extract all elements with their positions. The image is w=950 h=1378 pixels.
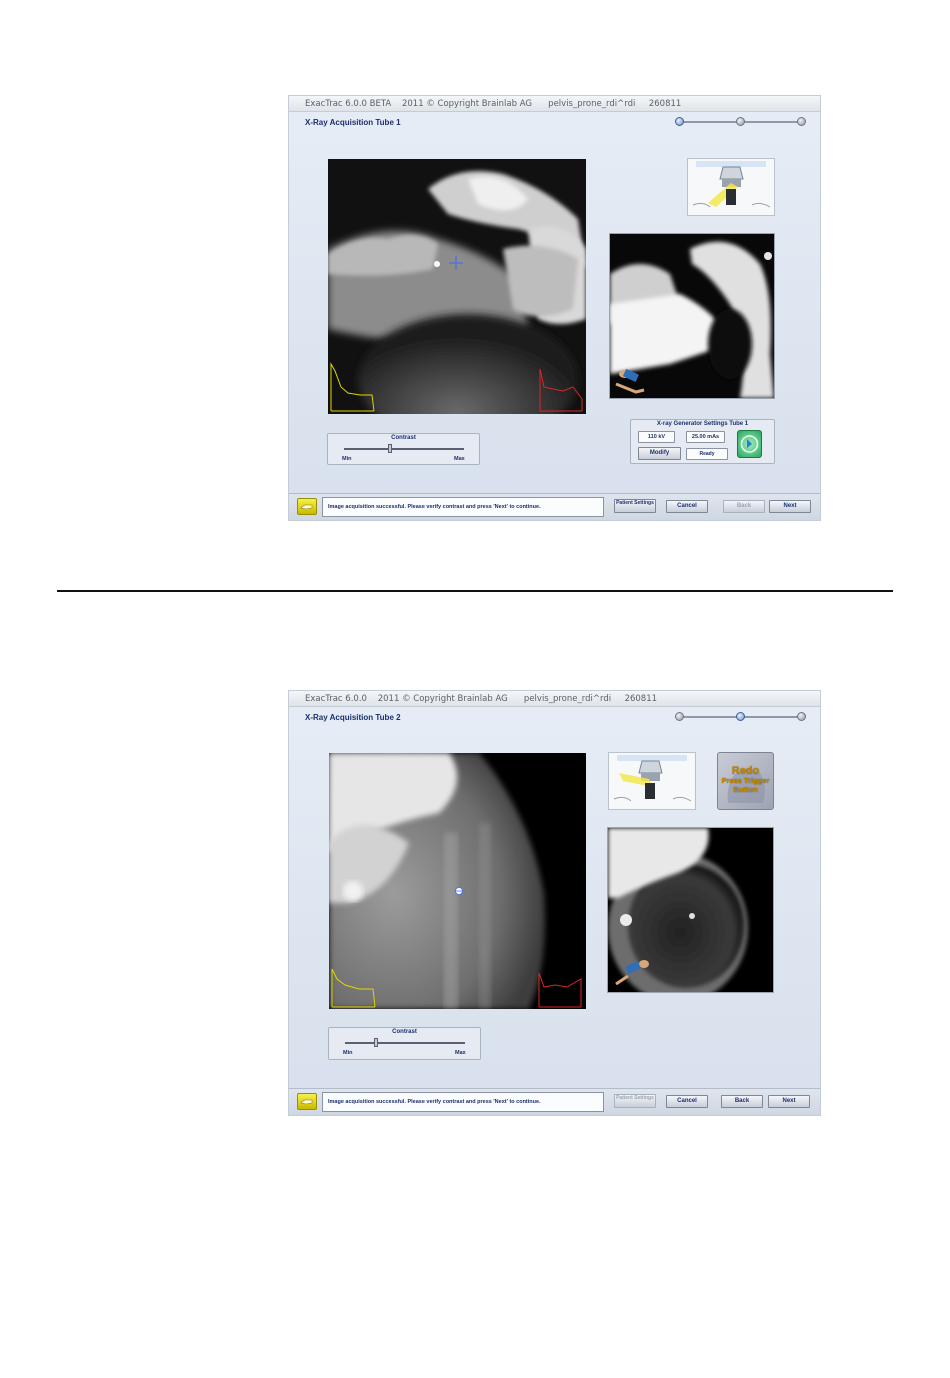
generator-ready-icon[interactable]	[737, 430, 762, 458]
cancel-button[interactable]: Cancel	[666, 1095, 708, 1108]
back-button[interactable]: Back	[723, 500, 765, 513]
contrast-min-label: Min	[342, 456, 352, 462]
contrast-group: Contrast Min Max	[328, 1027, 481, 1060]
contrast-label: Contrast	[392, 1029, 417, 1035]
redo-label: Redo Press Trigger Button	[721, 765, 770, 795]
xray-image-render	[329, 753, 586, 1009]
contrast-group: Contrast Min Max	[327, 433, 480, 465]
xray-image-main[interactable]	[329, 753, 586, 1009]
generator-settings-title: X-ray Generator Settings Tube 1	[656, 421, 749, 427]
xray-image-reference[interactable]	[609, 233, 775, 399]
xray-image-main[interactable]	[328, 159, 586, 414]
tube-position-thumbnail	[608, 752, 696, 810]
contrast-max-label: Max	[454, 456, 465, 462]
generator-settings-group: X-ray Generator Settings Tube 1 110 kV 2…	[630, 419, 775, 464]
hand-icon	[297, 498, 317, 515]
status-bar: Image acquisition successful. Please ver…	[289, 1088, 820, 1115]
progress-step-2	[736, 117, 745, 126]
contrast-slider-thumb[interactable]	[388, 444, 392, 453]
patient-settings-button[interactable]: Patient Settings	[614, 1094, 656, 1108]
progress-step-3	[797, 712, 806, 721]
patient-settings-button[interactable]: Patient Settings	[614, 499, 656, 513]
contrast-slider-thumb[interactable]	[374, 1038, 378, 1047]
tube-position-thumbnail	[687, 158, 775, 216]
back-button[interactable]: Back	[721, 1095, 763, 1108]
contrast-slider-track[interactable]	[344, 448, 464, 450]
contrast-label: Contrast	[391, 435, 416, 441]
contrast-min-label: Min	[343, 1050, 353, 1056]
cancel-button[interactable]: Cancel	[666, 500, 708, 513]
workflow-progress	[675, 117, 807, 127]
workflow-progress	[675, 712, 807, 722]
xray-tube-icon	[613, 755, 692, 802]
modify-button[interactable]: Modify	[638, 447, 681, 460]
page-title: X-Ray Acquisition Tube 2	[305, 713, 401, 722]
progress-step-1	[675, 117, 684, 126]
progress-step-3	[797, 117, 806, 126]
next-button[interactable]: Next	[769, 500, 811, 513]
ready-status-field: Ready	[686, 448, 728, 460]
window-title-bar: ExacTrac 6.0.0 BETA 2011 © Copyright Bra…	[289, 96, 820, 112]
status-message: Image acquisition successful. Please ver…	[322, 497, 604, 517]
window-title-bar: ExacTrac 6.0.0 2011 © Copyright Brainlab…	[289, 691, 820, 707]
progress-step-2	[736, 712, 745, 721]
next-button[interactable]: Next	[768, 1095, 810, 1108]
crosshair-icon	[455, 887, 463, 895]
status-message: Image acquisition successful. Please ver…	[322, 1092, 604, 1112]
progress-step-1	[675, 712, 684, 721]
exactrac-window-tube-1: ExacTrac 6.0.0 BETA 2011 © Copyright Bra…	[288, 95, 821, 521]
kv-field[interactable]: 110 kV	[638, 431, 675, 443]
page-divider	[57, 590, 893, 592]
redo-trigger-button[interactable]: Redo Press Trigger Button	[717, 752, 774, 810]
hand-icon	[297, 1093, 317, 1110]
xray-image-reference[interactable]	[607, 827, 774, 993]
xray-tube-icon	[692, 161, 771, 208]
contrast-max-label: Max	[455, 1050, 466, 1056]
exactrac-window-tube-2: ExacTrac 6.0.0 2011 © Copyright Brainlab…	[288, 690, 821, 1116]
page-title: X-Ray Acquisition Tube 1	[305, 118, 401, 127]
contrast-slider-track[interactable]	[345, 1042, 465, 1044]
mas-field[interactable]: 25.00 mAs	[686, 431, 725, 443]
status-bar: Image acquisition successful. Please ver…	[289, 493, 820, 520]
xray-image-render	[328, 159, 586, 414]
